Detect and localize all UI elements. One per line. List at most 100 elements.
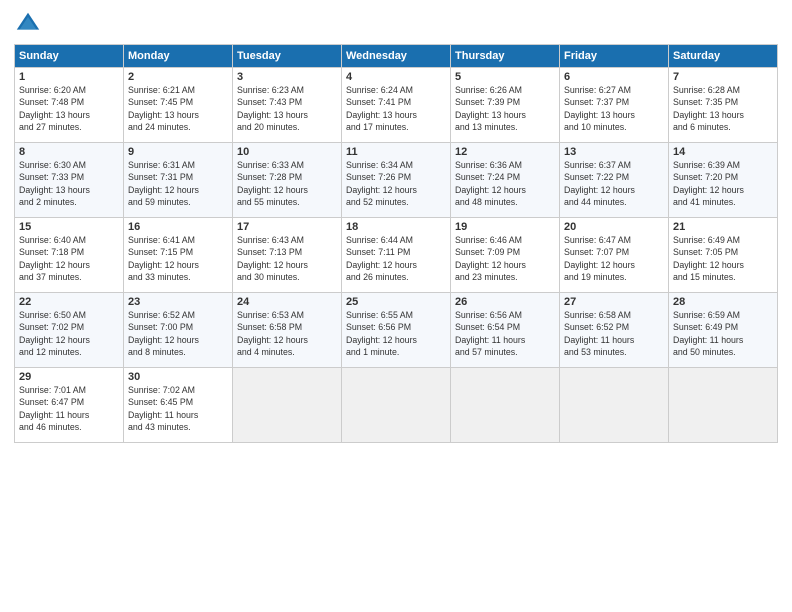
day-info: Sunrise: 6:31 AMSunset: 7:31 PMDaylight:…: [128, 159, 228, 208]
day-number: 4: [346, 71, 446, 83]
day-number: 24: [237, 296, 337, 308]
calendar-week-1: 1Sunrise: 6:20 AMSunset: 7:48 PMDaylight…: [15, 68, 778, 143]
day-info: Sunrise: 6:52 AMSunset: 7:00 PMDaylight:…: [128, 309, 228, 358]
day-info: Sunrise: 6:40 AMSunset: 7:18 PMDaylight:…: [19, 234, 119, 283]
column-header-saturday: Saturday: [669, 45, 778, 68]
day-number: 23: [128, 296, 228, 308]
calendar-cell: 23Sunrise: 6:52 AMSunset: 7:00 PMDayligh…: [124, 293, 233, 368]
day-number: 25: [346, 296, 446, 308]
day-info: Sunrise: 6:47 AMSunset: 7:07 PMDaylight:…: [564, 234, 664, 283]
day-number: 6: [564, 71, 664, 83]
column-header-thursday: Thursday: [451, 45, 560, 68]
calendar-cell: 30Sunrise: 7:02 AMSunset: 6:45 PMDayligh…: [124, 368, 233, 443]
calendar-cell: 21Sunrise: 6:49 AMSunset: 7:05 PMDayligh…: [669, 218, 778, 293]
day-info: Sunrise: 6:24 AMSunset: 7:41 PMDaylight:…: [346, 84, 446, 133]
calendar-cell: 18Sunrise: 6:44 AMSunset: 7:11 PMDayligh…: [342, 218, 451, 293]
day-info: Sunrise: 6:56 AMSunset: 6:54 PMDaylight:…: [455, 309, 555, 358]
calendar-cell: 4Sunrise: 6:24 AMSunset: 7:41 PMDaylight…: [342, 68, 451, 143]
column-header-monday: Monday: [124, 45, 233, 68]
day-number: 11: [346, 146, 446, 158]
day-number: 1: [19, 71, 119, 83]
day-number: 16: [128, 221, 228, 233]
day-number: 18: [346, 221, 446, 233]
calendar-cell: 7Sunrise: 6:28 AMSunset: 7:35 PMDaylight…: [669, 68, 778, 143]
calendar-week-3: 15Sunrise: 6:40 AMSunset: 7:18 PMDayligh…: [15, 218, 778, 293]
calendar-cell: 27Sunrise: 6:58 AMSunset: 6:52 PMDayligh…: [560, 293, 669, 368]
day-number: 15: [19, 221, 119, 233]
day-number: 8: [19, 146, 119, 158]
calendar-cell: 25Sunrise: 6:55 AMSunset: 6:56 PMDayligh…: [342, 293, 451, 368]
calendar-cell: [560, 368, 669, 443]
day-number: 5: [455, 71, 555, 83]
calendar-cell: 2Sunrise: 6:21 AMSunset: 7:45 PMDaylight…: [124, 68, 233, 143]
day-info: Sunrise: 6:34 AMSunset: 7:26 PMDaylight:…: [346, 159, 446, 208]
calendar-week-2: 8Sunrise: 6:30 AMSunset: 7:33 PMDaylight…: [15, 143, 778, 218]
calendar-cell: 9Sunrise: 6:31 AMSunset: 7:31 PMDaylight…: [124, 143, 233, 218]
calendar-cell: 20Sunrise: 6:47 AMSunset: 7:07 PMDayligh…: [560, 218, 669, 293]
day-number: 14: [673, 146, 773, 158]
calendar-cell: 29Sunrise: 7:01 AMSunset: 6:47 PMDayligh…: [15, 368, 124, 443]
calendar-cell: 19Sunrise: 6:46 AMSunset: 7:09 PMDayligh…: [451, 218, 560, 293]
day-info: Sunrise: 6:55 AMSunset: 6:56 PMDaylight:…: [346, 309, 446, 358]
calendar-cell: 28Sunrise: 6:59 AMSunset: 6:49 PMDayligh…: [669, 293, 778, 368]
day-number: 3: [237, 71, 337, 83]
day-number: 29: [19, 371, 119, 383]
day-info: Sunrise: 6:30 AMSunset: 7:33 PMDaylight:…: [19, 159, 119, 208]
day-info: Sunrise: 6:50 AMSunset: 7:02 PMDaylight:…: [19, 309, 119, 358]
day-number: 21: [673, 221, 773, 233]
day-number: 12: [455, 146, 555, 158]
day-number: 13: [564, 146, 664, 158]
calendar-cell: 26Sunrise: 6:56 AMSunset: 6:54 PMDayligh…: [451, 293, 560, 368]
calendar-cell: 5Sunrise: 6:26 AMSunset: 7:39 PMDaylight…: [451, 68, 560, 143]
day-number: 30: [128, 371, 228, 383]
day-info: Sunrise: 6:33 AMSunset: 7:28 PMDaylight:…: [237, 159, 337, 208]
day-number: 26: [455, 296, 555, 308]
column-header-friday: Friday: [560, 45, 669, 68]
day-number: 7: [673, 71, 773, 83]
day-info: Sunrise: 6:20 AMSunset: 7:48 PMDaylight:…: [19, 84, 119, 133]
day-info: Sunrise: 6:49 AMSunset: 7:05 PMDaylight:…: [673, 234, 773, 283]
calendar-cell: 6Sunrise: 6:27 AMSunset: 7:37 PMDaylight…: [560, 68, 669, 143]
calendar-cell: 24Sunrise: 6:53 AMSunset: 6:58 PMDayligh…: [233, 293, 342, 368]
day-number: 22: [19, 296, 119, 308]
calendar-cell: 17Sunrise: 6:43 AMSunset: 7:13 PMDayligh…: [233, 218, 342, 293]
calendar-table: SundayMondayTuesdayWednesdayThursdayFrid…: [14, 44, 778, 443]
calendar-cell: [233, 368, 342, 443]
calendar-cell: 22Sunrise: 6:50 AMSunset: 7:02 PMDayligh…: [15, 293, 124, 368]
logo-icon: [14, 10, 42, 38]
day-info: Sunrise: 6:41 AMSunset: 7:15 PMDaylight:…: [128, 234, 228, 283]
calendar-week-4: 22Sunrise: 6:50 AMSunset: 7:02 PMDayligh…: [15, 293, 778, 368]
calendar-cell: 15Sunrise: 6:40 AMSunset: 7:18 PMDayligh…: [15, 218, 124, 293]
day-info: Sunrise: 6:21 AMSunset: 7:45 PMDaylight:…: [128, 84, 228, 133]
day-number: 2: [128, 71, 228, 83]
header: [14, 10, 778, 38]
day-info: Sunrise: 6:58 AMSunset: 6:52 PMDaylight:…: [564, 309, 664, 358]
day-info: Sunrise: 6:26 AMSunset: 7:39 PMDaylight:…: [455, 84, 555, 133]
calendar-week-5: 29Sunrise: 7:01 AMSunset: 6:47 PMDayligh…: [15, 368, 778, 443]
day-info: Sunrise: 6:27 AMSunset: 7:37 PMDaylight:…: [564, 84, 664, 133]
day-info: Sunrise: 7:01 AMSunset: 6:47 PMDaylight:…: [19, 384, 119, 433]
calendar-cell: 12Sunrise: 6:36 AMSunset: 7:24 PMDayligh…: [451, 143, 560, 218]
calendar-cell: 11Sunrise: 6:34 AMSunset: 7:26 PMDayligh…: [342, 143, 451, 218]
column-header-wednesday: Wednesday: [342, 45, 451, 68]
calendar-cell: 8Sunrise: 6:30 AMSunset: 7:33 PMDaylight…: [15, 143, 124, 218]
calendar-cell: 14Sunrise: 6:39 AMSunset: 7:20 PMDayligh…: [669, 143, 778, 218]
day-number: 28: [673, 296, 773, 308]
day-number: 20: [564, 221, 664, 233]
logo: [14, 10, 46, 38]
day-info: Sunrise: 6:59 AMSunset: 6:49 PMDaylight:…: [673, 309, 773, 358]
column-header-tuesday: Tuesday: [233, 45, 342, 68]
day-info: Sunrise: 6:46 AMSunset: 7:09 PMDaylight:…: [455, 234, 555, 283]
day-number: 10: [237, 146, 337, 158]
calendar-cell: 13Sunrise: 6:37 AMSunset: 7:22 PMDayligh…: [560, 143, 669, 218]
day-info: Sunrise: 6:44 AMSunset: 7:11 PMDaylight:…: [346, 234, 446, 283]
day-info: Sunrise: 6:28 AMSunset: 7:35 PMDaylight:…: [673, 84, 773, 133]
calendar-header-row: SundayMondayTuesdayWednesdayThursdayFrid…: [15, 45, 778, 68]
page: SundayMondayTuesdayWednesdayThursdayFrid…: [0, 0, 792, 612]
calendar-cell: [669, 368, 778, 443]
day-info: Sunrise: 6:23 AMSunset: 7:43 PMDaylight:…: [237, 84, 337, 133]
day-number: 19: [455, 221, 555, 233]
day-info: Sunrise: 7:02 AMSunset: 6:45 PMDaylight:…: [128, 384, 228, 433]
day-info: Sunrise: 6:39 AMSunset: 7:20 PMDaylight:…: [673, 159, 773, 208]
calendar-cell: [451, 368, 560, 443]
